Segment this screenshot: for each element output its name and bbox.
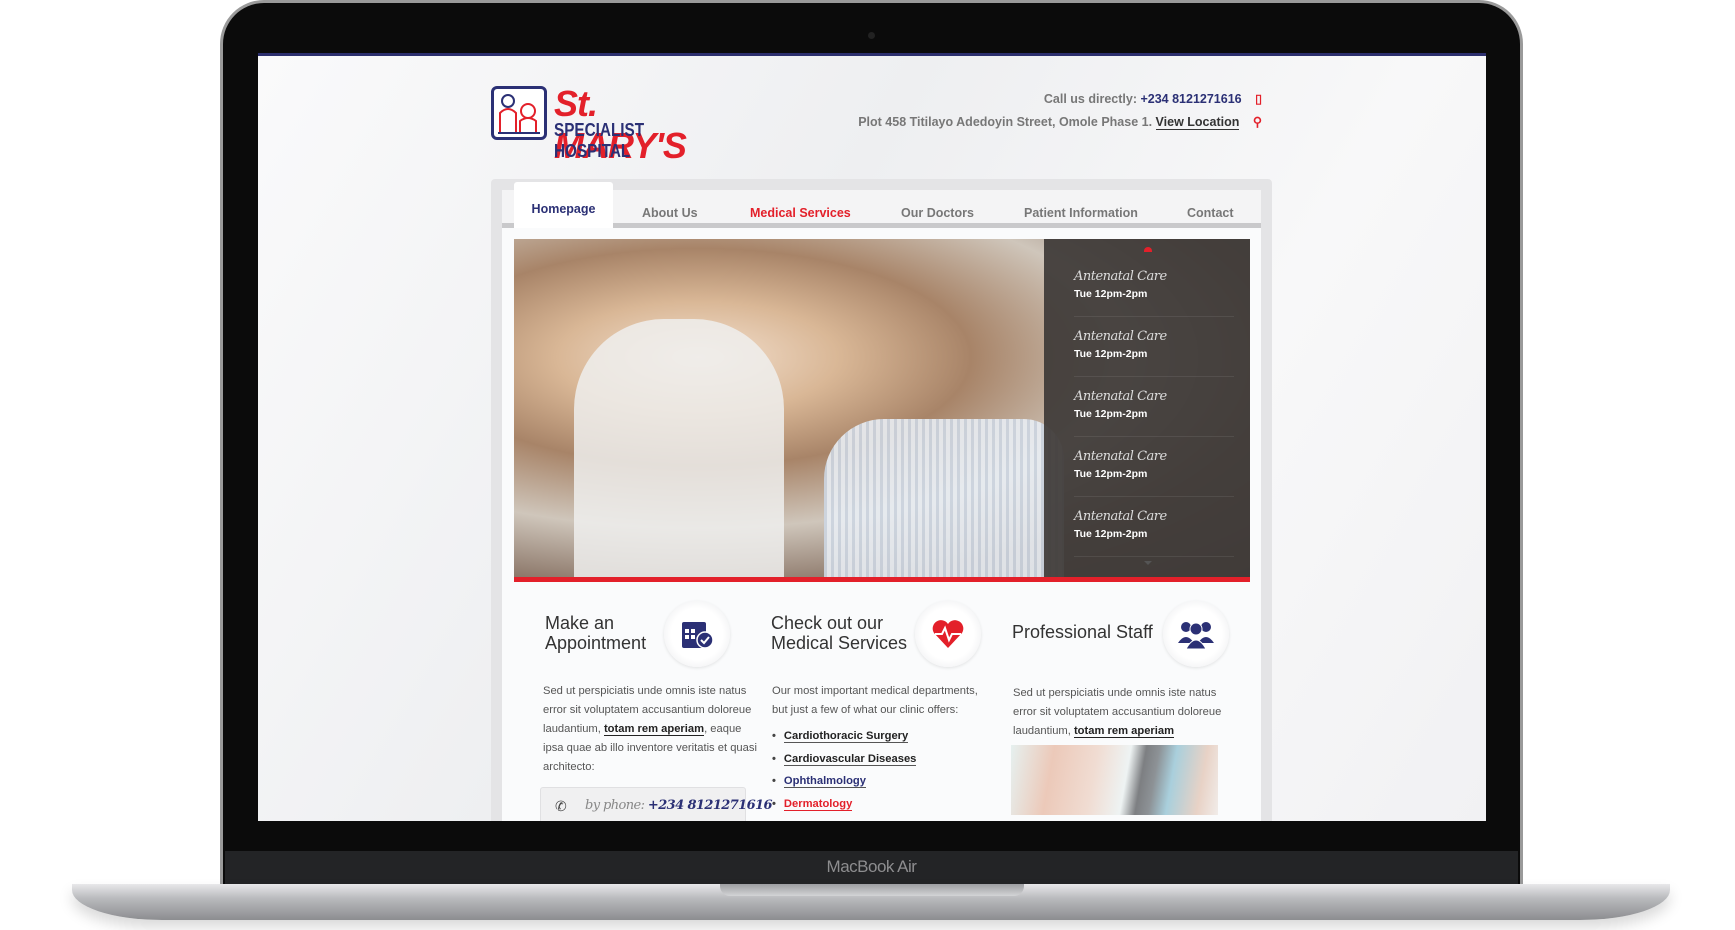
schedule-time: Tue 12pm-2pm xyxy=(1074,528,1148,540)
nav-bar xyxy=(502,190,1261,228)
nav-patient-information[interactable]: Patient Information xyxy=(1024,206,1138,220)
service-item[interactable]: Ophthalmology xyxy=(772,770,916,793)
schedule-time: Tue 12pm-2pm xyxy=(1074,468,1148,480)
device-label: MacBook Air xyxy=(826,857,917,876)
appointment-heading: Make an Appointment xyxy=(545,613,647,653)
people-group-icon[interactable] xyxy=(1163,601,1229,667)
laptop-notch xyxy=(720,884,1024,896)
address-info: Plot 458 Titilayo Adedoyin Street, Omole… xyxy=(858,114,1262,130)
staff-image xyxy=(1011,745,1218,815)
appointment-phone[interactable]: +234 8121271616 xyxy=(648,798,773,813)
scroll-up-icon[interactable] xyxy=(1144,247,1152,252)
phone-box[interactable]: ✆ by phone: +234 8121271616 xyxy=(540,787,773,821)
logo-emblem-icon xyxy=(491,86,547,140)
totam-link[interactable]: totam rem aperiam xyxy=(603,723,705,736)
appointment-text: Sed ut perspiciatis unde omnis iste natu… xyxy=(543,685,757,773)
view-location-link[interactable]: View Location xyxy=(1155,115,1240,130)
schedule-time: Tue 12pm-2pm xyxy=(1074,288,1148,300)
schedule-name: Antenatal Care xyxy=(1074,269,1167,284)
nav-medical-services[interactable]: Medical Services xyxy=(750,206,851,220)
schedule-panel: Antenatal Care Tue 12pm-2pm Antenatal Car… xyxy=(1044,239,1250,577)
staff-text: Sed ut perspiciatis unde omnis iste natu… xyxy=(1013,687,1222,738)
nav-our-doctors[interactable]: Our Doctors xyxy=(901,206,974,220)
schedule-time: Tue 12pm-2pm xyxy=(1074,348,1148,360)
staff-heading: Professional Staff xyxy=(1012,622,1153,642)
mobile-phone-icon: ▯ xyxy=(1255,92,1262,106)
schedule-name: Antenatal Care xyxy=(1074,329,1167,344)
schedule-item[interactable]: Antenatal Care Tue 12pm-2pm xyxy=(1074,437,1234,497)
staff-link[interactable]: totam rem aperiam xyxy=(1073,725,1175,738)
laptop-chin: MacBook Air xyxy=(225,851,1518,885)
address: Plot 458 Titilayo Adedoyin Street, Omole… xyxy=(858,115,1153,129)
map-pin-icon: ⚲ xyxy=(1252,115,1262,129)
calendar-check-icon[interactable] xyxy=(664,601,730,667)
service-item[interactable]: Cardiothoracic Surgery xyxy=(772,725,916,748)
logo-line2: SPECIALIST HOSPITAL xyxy=(554,120,645,161)
call-label: Call us directly: xyxy=(1043,92,1137,106)
camera xyxy=(868,32,875,39)
schedule-item[interactable]: Antenatal Care Tue 12pm-2pm xyxy=(1074,317,1234,377)
schedule-item[interactable]: Antenatal Care Tue 12pm-2pm xyxy=(1074,257,1234,317)
slider-accent-bar xyxy=(514,577,1250,582)
schedule-time: Tue 12pm-2pm xyxy=(1074,408,1148,420)
schedule-name: Antenatal Care xyxy=(1074,509,1167,524)
nav-about-us[interactable]: About Us xyxy=(642,206,698,220)
nav-contact[interactable]: Contact xyxy=(1187,206,1234,220)
schedule-item[interactable]: Antenatal Care Tue 12pm-2pm xyxy=(1074,497,1234,557)
services-heading: Check out our Medical Services xyxy=(771,613,908,653)
website-screen: St. MARY'S SPECIALIST HOSPITAL Call us d… xyxy=(258,53,1486,821)
service-item[interactable]: Dermatology xyxy=(772,793,916,816)
service-item[interactable]: Cardiovascular Diseases xyxy=(772,748,917,771)
phone-icon: ✆ xyxy=(555,798,567,814)
services-intro: Our most important medical departments, … xyxy=(772,685,978,716)
call-info: Call us directly: +234 8121271616 ▯ xyxy=(1044,91,1262,106)
schedule-name: Antenatal Care xyxy=(1074,389,1167,404)
heart-pulse-icon[interactable] xyxy=(915,601,981,667)
services-list: Cardiothoracic Surgery Cardiovascular Di… xyxy=(772,725,917,816)
schedule-name: Antenatal Care xyxy=(1074,449,1167,464)
schedule-item[interactable]: Antenatal Care Tue 12pm-2pm xyxy=(1074,377,1234,437)
scroll-down-icon[interactable] xyxy=(1144,561,1152,569)
header-phone[interactable]: +234 8121271616 xyxy=(1140,92,1241,106)
nav-homepage[interactable]: Homepage xyxy=(514,182,613,229)
hospital-logo[interactable]: St. MARY'S SPECIALIST HOSPITAL xyxy=(491,83,723,166)
